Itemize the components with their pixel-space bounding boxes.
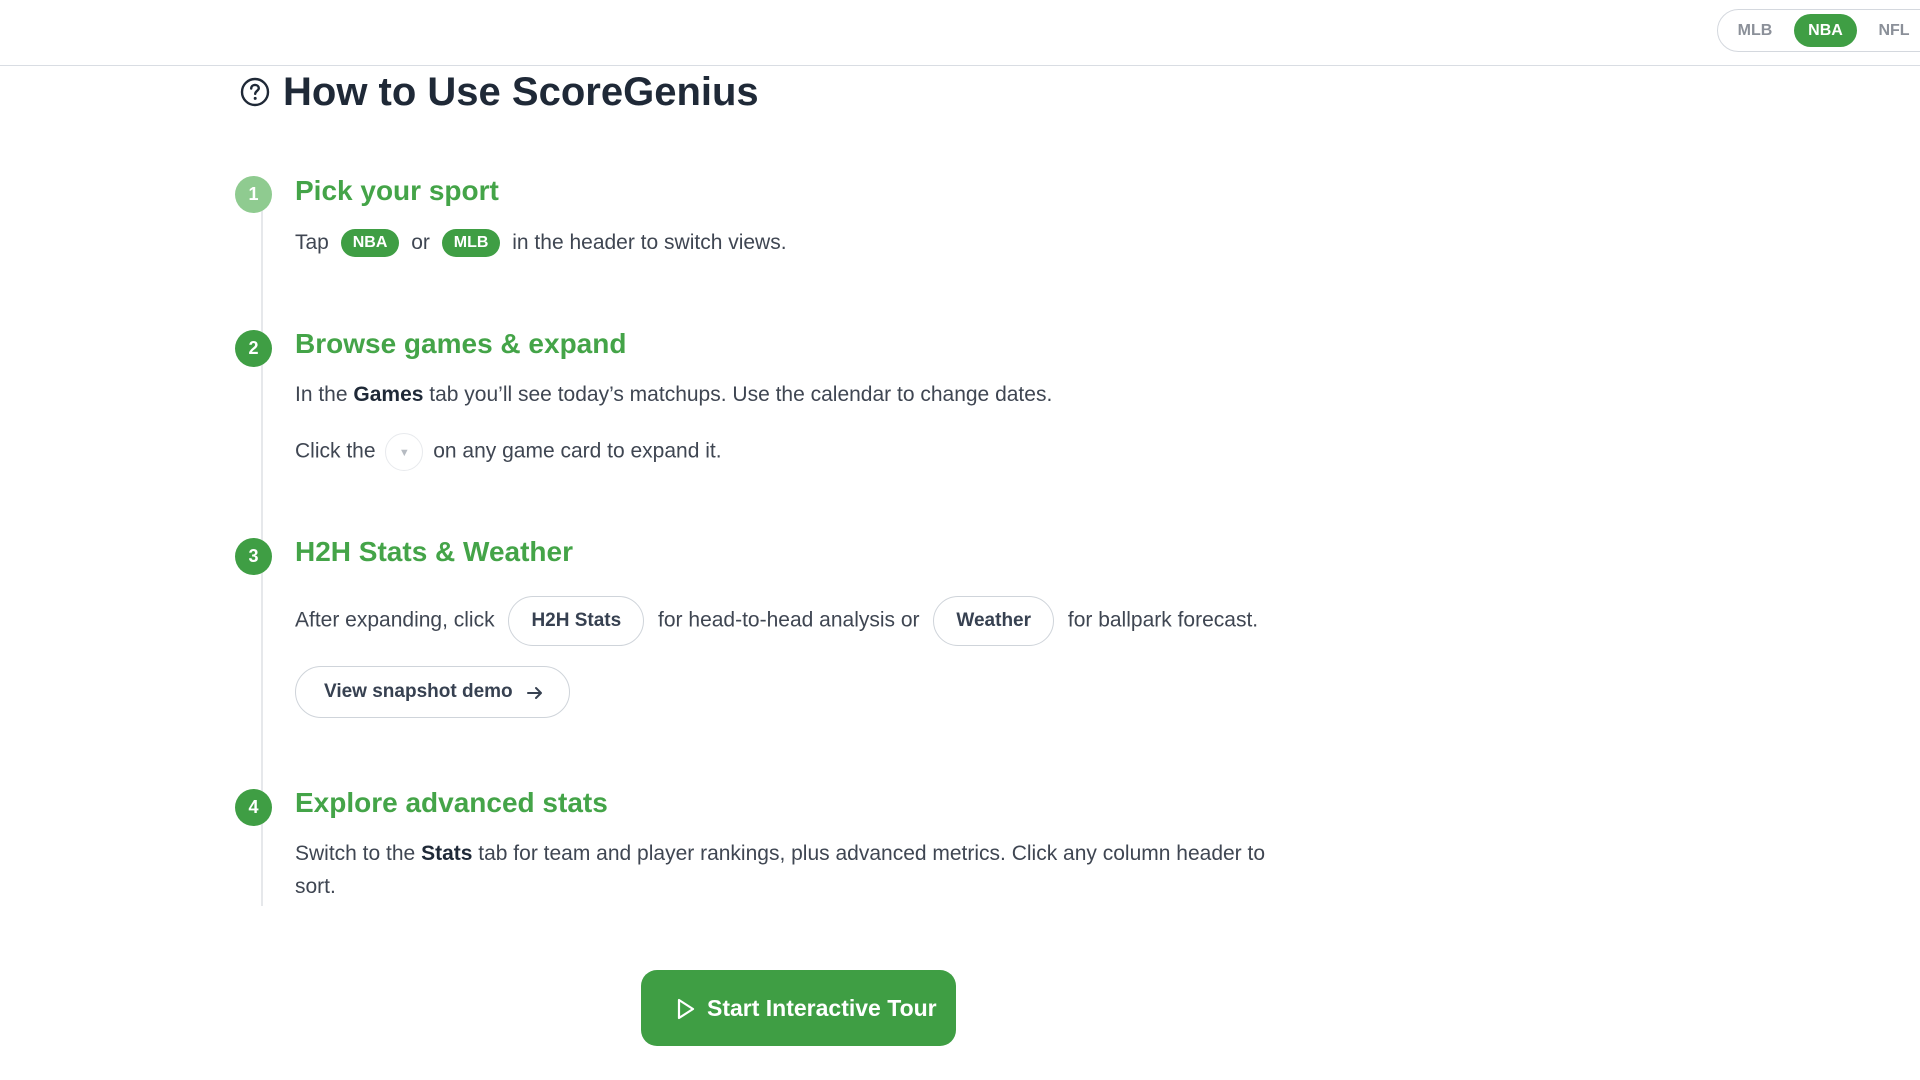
- step-2-line-2: Click the ▼ on any game card to expand i…: [295, 433, 722, 471]
- step-1-number: 1: [235, 176, 272, 213]
- help-circle-icon: [240, 77, 270, 107]
- sport-tab-mlb[interactable]: MLB: [1727, 14, 1783, 47]
- top-header: MLB NBA NFL: [0, 0, 1920, 66]
- step-1-title: Pick your sport: [295, 175, 499, 206]
- step-3-title: H2H Stats & Weather: [295, 536, 574, 567]
- nba-badge: NBA: [340, 229, 400, 258]
- h2h-stats-button[interactable]: H2H Stats: [508, 596, 645, 646]
- weather-button[interactable]: Weather: [933, 596, 1055, 646]
- step-2-title: Browse games & expand: [295, 328, 627, 359]
- sport-tab-nfl[interactable]: NFL: [1866, 14, 1920, 47]
- step-2-number: 2: [235, 330, 272, 367]
- step-3-description: After expanding, click H2H Stats for hea…: [295, 596, 1258, 646]
- step-2-line-1: In the Games tab you’ll see today’s matc…: [295, 383, 1053, 406]
- view-snapshot-demo-button[interactable]: View snapshot demo: [295, 666, 570, 718]
- chevron-down-icon: ▼: [385, 433, 424, 471]
- step-4-title: Explore advanced stats: [295, 787, 608, 818]
- step-4-line-1: Switch to the Stats tab for team and pla…: [295, 842, 1266, 865]
- sport-switcher: MLB NBA NFL: [1717, 9, 1920, 52]
- play-icon: [677, 998, 695, 1020]
- step-1-description: Tap NBA or MLB in the header to switch v…: [295, 228, 787, 258]
- mlb-badge: MLB: [441, 229, 501, 258]
- sport-tab-nba[interactable]: NBA: [1794, 14, 1857, 47]
- start-interactive-tour-button[interactable]: Start Interactive Tour: [641, 970, 956, 1046]
- step-4-line-2: sort.: [295, 875, 336, 898]
- page-title: How to Use ScoreGenius: [283, 70, 759, 114]
- step-4-number: 4: [235, 789, 272, 826]
- step-3-number: 3: [235, 538, 272, 575]
- arrow-right-icon: [527, 687, 542, 699]
- tour-button-label: Start Interactive Tour: [707, 995, 937, 1021]
